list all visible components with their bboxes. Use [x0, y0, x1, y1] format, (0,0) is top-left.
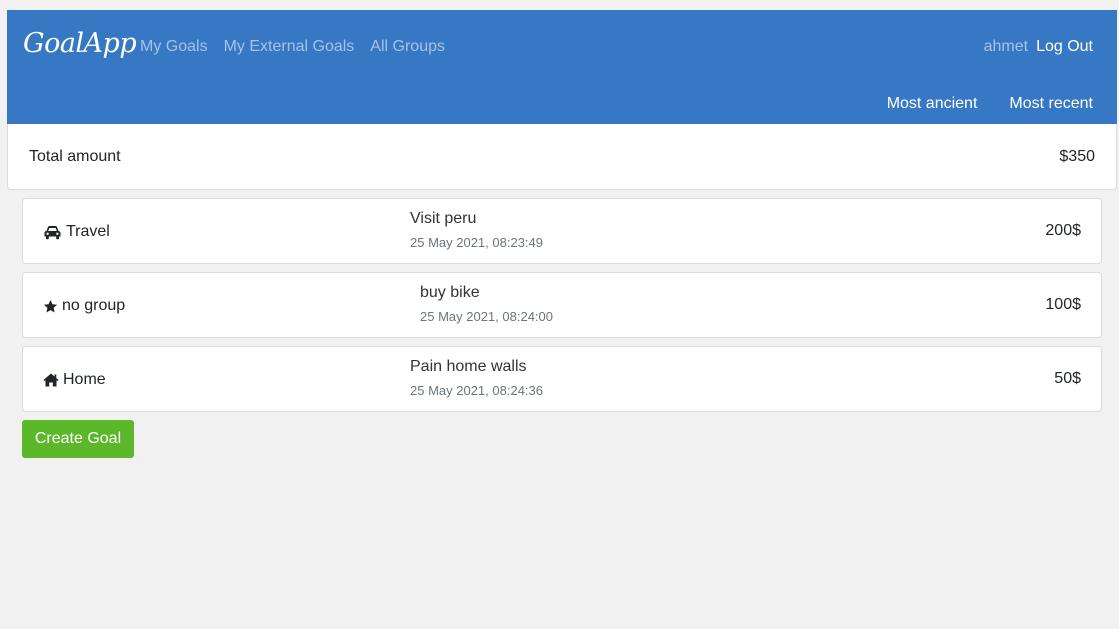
user-area: ahmet Log Out: [984, 38, 1093, 56]
nav-link-all-groups[interactable]: All Groups: [370, 38, 445, 56]
goal-card[interactable]: Travel Visit peru 25 May 2021, 08:23:49 …: [22, 198, 1102, 264]
user-name: ahmet: [983, 38, 1029, 55]
nav-links: My Goals My External Goals All Groups: [140, 38, 461, 56]
star-icon: [43, 299, 58, 312]
goal-amount: 50$: [1054, 370, 1081, 387]
sort-most-ancient[interactable]: Most ancient: [887, 95, 978, 113]
total-amount-card: Total amount $350: [7, 124, 1117, 190]
goal-info: Visit peru 25 May 2021, 08:23:49: [410, 210, 543, 250]
goal-group: no group: [43, 297, 125, 315]
goal-title: Visit peru: [410, 210, 477, 227]
home-icon: [43, 373, 59, 387]
total-amount-label: Total amount: [29, 148, 121, 165]
goal-title: buy bike: [420, 284, 480, 301]
goal-card[interactable]: Home Pain home walls 25 May 2021, 08:24:…: [22, 346, 1102, 412]
goal-title: Pain home walls: [410, 358, 527, 375]
goal-date: 25 May 2021, 08:24:36: [410, 383, 543, 398]
goal-date: 25 May 2021, 08:23:49: [410, 235, 543, 250]
sort-options: Most ancient Most recent: [855, 95, 1093, 113]
sort-most-recent[interactable]: Most recent: [1009, 95, 1093, 113]
create-goal-button[interactable]: Create Goal: [22, 420, 134, 458]
total-amount-value: $350: [1059, 148, 1095, 165]
goal-group-label: Travel: [66, 223, 110, 240]
goal-amount: 100$: [1045, 296, 1081, 313]
goal-group: Travel: [43, 223, 110, 241]
goal-amount: 200$: [1045, 222, 1081, 239]
goal-info: buy bike 25 May 2021, 08:24:00: [420, 284, 553, 324]
goal-group: Home: [43, 371, 106, 389]
nav-link-my-external-goals[interactable]: My External Goals: [224, 38, 355, 56]
navbar: GoalApp My Goals My External Goals All G…: [7, 10, 1117, 124]
goal-info: Pain home walls 25 May 2021, 08:24:36: [410, 358, 543, 398]
logout-link[interactable]: Log Out: [1036, 38, 1093, 56]
goal-date: 25 May 2021, 08:24:00: [420, 309, 553, 324]
goal-group-label: no group: [62, 297, 126, 314]
car-icon: [44, 225, 61, 239]
brand-logo[interactable]: GoalApp: [23, 28, 137, 59]
nav-link-my-goals[interactable]: My Goals: [140, 38, 208, 56]
goal-card[interactable]: no group buy bike 25 May 2021, 08:24:00 …: [22, 272, 1102, 338]
goal-group-label: Home: [63, 371, 106, 388]
